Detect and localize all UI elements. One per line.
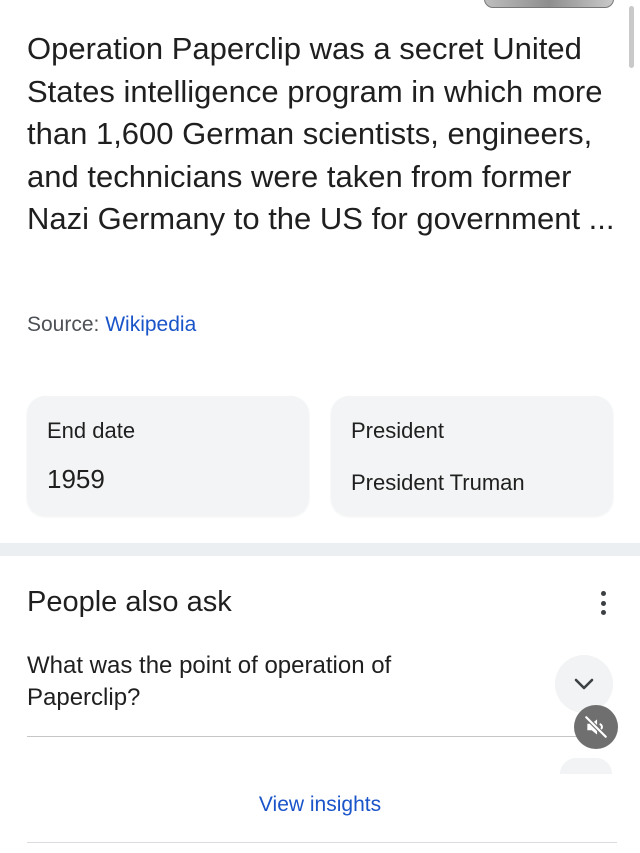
more-vert-icon[interactable]	[590, 588, 616, 618]
scrollbar[interactable]	[629, 6, 634, 68]
summary-text: Operation Paperclip was a secret United …	[27, 31, 615, 236]
source-label: Source:	[27, 313, 106, 336]
people-also-ask-title: People also ask	[27, 586, 232, 618]
next-question-button[interactable]	[560, 758, 612, 774]
fact-card-end-date[interactable]: End date 1959	[27, 396, 309, 516]
image-thumbnail[interactable]	[484, 0, 614, 8]
volume-off-icon	[584, 715, 608, 739]
expand-question-button[interactable]	[555, 655, 613, 713]
view-insights-link[interactable]: View insights	[0, 793, 640, 817]
source-link-wikipedia[interactable]: Wikipedia	[105, 313, 196, 336]
source-line: Source: Wikipedia	[27, 313, 196, 337]
mute-button[interactable]	[574, 705, 618, 749]
chevron-down-icon	[574, 678, 594, 690]
bottom-divider	[27, 842, 617, 843]
fact-card-president[interactable]: President President Truman	[331, 396, 613, 516]
fact-label: President	[351, 418, 444, 443]
fact-value: 1959	[47, 464, 105, 494]
section-divider	[0, 543, 640, 556]
question-text[interactable]: What was the point of operation of Paper…	[27, 650, 507, 714]
fact-value: President Truman	[351, 470, 525, 495]
question-divider	[27, 736, 587, 737]
fact-label: End date	[47, 418, 136, 443]
